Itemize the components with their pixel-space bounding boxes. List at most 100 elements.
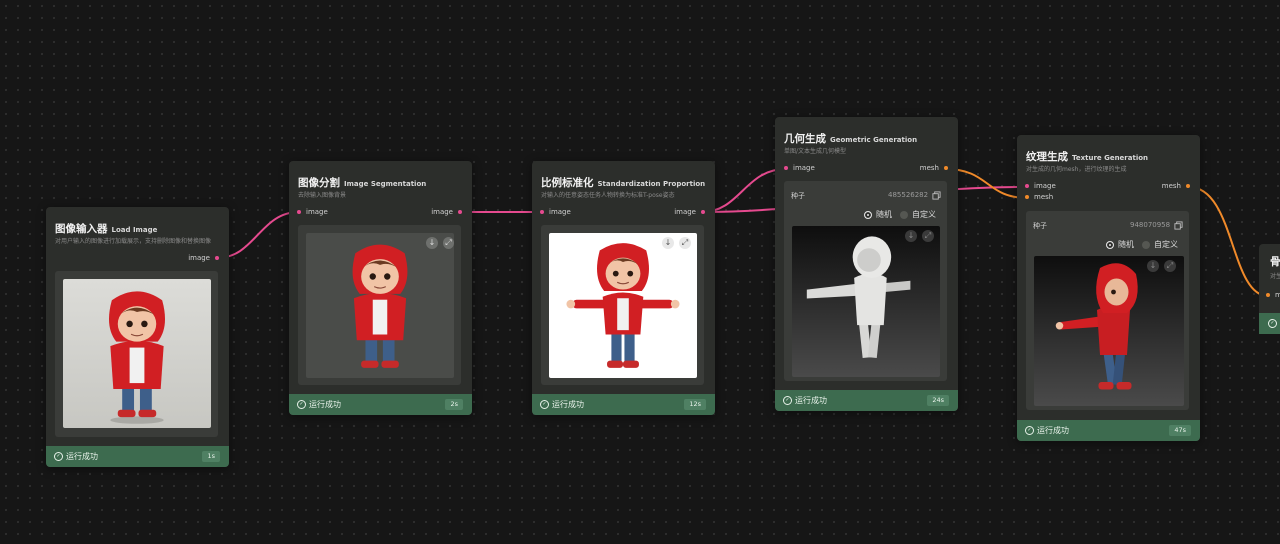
textured-character-figure (1055, 263, 1138, 390)
radio-random[interactable]: 随机 (1106, 239, 1134, 250)
fullscreen-icon[interactable]: ⤢ (443, 237, 454, 249)
image-panel (55, 271, 218, 437)
output-port-image[interactable]: image (188, 254, 219, 263)
port-label: image (549, 208, 571, 216)
run-time-badge: 12s (684, 399, 706, 410)
port-dot[interactable] (1025, 184, 1029, 188)
image-preview[interactable]: ↓ ⤢ (306, 233, 454, 378)
textured-preview[interactable]: ↓ ⤢ (1034, 256, 1184, 406)
port-dot[interactable] (540, 210, 544, 214)
character-figure (352, 244, 408, 368)
node-geometric-generation[interactable]: 几何生成 Geometric Generation 单图/文本生成几何模型 ima… (775, 117, 958, 411)
input-port-image[interactable]: image (784, 164, 815, 173)
node-standardization-proportion[interactable]: 比例标准化 Standardization Proportion 对输入的任意姿态… (532, 161, 715, 415)
check-circle-icon: ✓ (540, 400, 549, 409)
seed-value[interactable]: 948070958 (1130, 221, 1170, 229)
node-description: 单图/文本生成几何模型 (784, 148, 847, 155)
check-circle-icon: ✓ (1025, 426, 1034, 435)
port-dot[interactable] (458, 210, 462, 214)
node-title: 图像输入器 Load Image (55, 217, 157, 236)
input-port-mesh[interactable]: m (1266, 291, 1280, 300)
radio-unselected-indicator[interactable] (1142, 240, 1150, 249)
image-preview[interactable]: ↓ ⤢ (549, 233, 697, 378)
node-title: 纹理生成 Texture Generation (1026, 145, 1148, 164)
input-port-mesh[interactable]: mesh (1025, 193, 1053, 202)
status-text: 运行成功 (309, 400, 341, 409)
node-title: 图像分割 Image Segmentation (298, 171, 426, 190)
radio-selected-indicator[interactable] (864, 210, 872, 219)
check-circle-icon: ✓ (54, 452, 63, 461)
settings-panel: 种子 948070958 随机 自定义 ↓ ⤢ (1026, 211, 1189, 410)
node-partial-skeleton[interactable]: 骨 对生 m ✓ (1259, 244, 1280, 334)
check-circle-icon: ✓ (297, 400, 306, 409)
port-label: mesh (919, 164, 939, 172)
output-port-mesh[interactable]: mesh (1162, 182, 1190, 191)
copy-icon[interactable] (932, 191, 941, 200)
port-label: image (793, 164, 815, 172)
status-bar: ✓ 运行成功 1s (46, 446, 229, 467)
status-text: 运行成功 (795, 396, 827, 405)
input-port-image[interactable]: image (1025, 182, 1056, 191)
radio-custom[interactable]: 自定义 (1142, 239, 1178, 250)
status-text: 运行成功 (1037, 426, 1069, 435)
image-panel: ↓ ⤢ (298, 225, 461, 385)
node-title: 比例标准化 Standardization Proportion (541, 171, 705, 190)
output-port-image[interactable]: image (674, 208, 705, 217)
port-dot[interactable] (1186, 184, 1190, 188)
node-load-image[interactable]: 图像输入器 Load Image 对用户输入的图像进行加载展示，支持删除图像和替换… (46, 207, 229, 467)
download-icon[interactable]: ↓ (426, 237, 438, 249)
port-dot[interactable] (215, 256, 219, 260)
port-dot[interactable] (1266, 293, 1270, 297)
image-preview[interactable] (63, 279, 211, 428)
port-label: image (306, 208, 328, 216)
copy-icon[interactable] (1174, 221, 1183, 230)
download-icon[interactable]: ↓ (1147, 260, 1159, 272)
run-time-badge: 24s (927, 395, 949, 406)
port-label: mesh (1161, 182, 1181, 190)
image-panel: ↓ ⤢ (541, 225, 704, 385)
seed-value[interactable]: 485526282 (888, 191, 928, 199)
check-circle-icon: ✓ (1268, 319, 1277, 328)
node-description: 去除输入图像背景 (298, 192, 347, 199)
output-port-image[interactable]: image (431, 208, 462, 217)
output-port-mesh[interactable]: mesh (920, 164, 948, 173)
port-dot[interactable] (701, 210, 705, 214)
radio-selected-indicator[interactable] (1106, 240, 1114, 249)
port-dot[interactable] (944, 166, 948, 170)
status-bar: ✓ 运行成功 2s (289, 394, 472, 415)
edge-tex-to-next (1188, 186, 1269, 297)
port-dot[interactable] (1025, 195, 1029, 199)
fullscreen-icon[interactable]: ⤢ (679, 237, 691, 249)
radio-custom[interactable]: 自定义 (900, 209, 936, 220)
node-image-segmentation[interactable]: 图像分割 Image Segmentation 去除输入图像背景 image im… (289, 161, 472, 415)
input-port-image[interactable]: image (297, 208, 328, 217)
port-dot[interactable] (784, 166, 788, 170)
radio-unselected-indicator[interactable] (900, 210, 908, 219)
download-icon[interactable]: ↓ (905, 230, 917, 242)
port-dot[interactable] (297, 210, 301, 214)
seed-label: 种子 (1033, 222, 1047, 230)
radio-random[interactable]: 随机 (864, 209, 892, 220)
seed-label: 种子 (791, 192, 805, 200)
status-bar: ✓ 运行成功 24s (775, 390, 958, 411)
fullscreen-icon[interactable]: ⤢ (922, 230, 934, 242)
fullscreen-icon[interactable]: ⤢ (1164, 260, 1176, 272)
node-description: 对输入的任意姿态任务人物转换为标准T-pose姿态 (541, 192, 675, 199)
port-label: mesh (1034, 193, 1054, 201)
node-description: 对用户输入的图像进行加载展示，支持删除图像和替换图像 (55, 238, 212, 245)
node-title-zh: 图像输入器 (55, 223, 108, 235)
input-port-image[interactable]: image (540, 208, 571, 217)
node-title: 几何生成 Geometric Generation (784, 127, 917, 146)
node-title-zh: 骨 (1270, 256, 1280, 268)
mesh-preview[interactable]: ↓ ⤢ (792, 226, 940, 377)
node-description: 对生成的几何mesh，进行纹理的生成 (1026, 166, 1127, 173)
edge-load-to-seg (216, 211, 300, 259)
node-title-en: Geometric Generation (830, 136, 918, 144)
character-figure (108, 291, 166, 424)
port-label: image (1034, 182, 1056, 190)
node-title-zh: 比例标准化 (541, 177, 594, 189)
download-icon[interactable]: ↓ (662, 237, 674, 249)
node-texture-generation[interactable]: 纹理生成 Texture Generation 对生成的几何mesh，进行纹理的生… (1017, 135, 1200, 441)
status-bar: ✓ 运行成功 47s (1017, 420, 1200, 441)
radio-label: 随机 (1118, 240, 1134, 249)
